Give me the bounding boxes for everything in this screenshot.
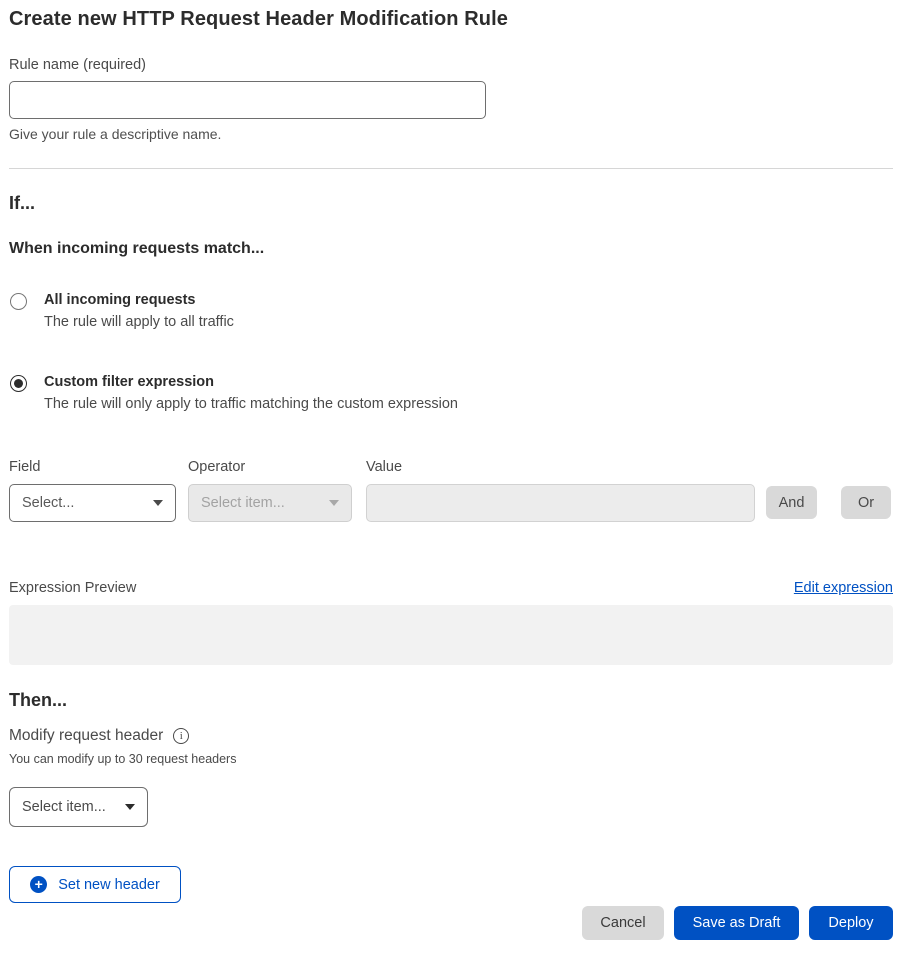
radio-button-icon[interactable] bbox=[10, 293, 27, 310]
operator-select: Select item... bbox=[188, 484, 352, 522]
set-new-header-label: Set new header bbox=[58, 877, 160, 893]
then-section-heading: Then... bbox=[9, 690, 893, 711]
if-section-heading: If... bbox=[9, 193, 893, 214]
deploy-button[interactable]: Deploy bbox=[809, 906, 893, 940]
value-label: Value bbox=[366, 459, 755, 475]
page-title: Create new HTTP Request Header Modificat… bbox=[9, 8, 893, 31]
operator-select-value: Select item... bbox=[201, 495, 285, 511]
header-item-select-value: Select item... bbox=[22, 799, 106, 815]
expression-preview-header: Expression Preview Edit expression bbox=[9, 580, 893, 596]
modify-request-header-label: Modify request header bbox=[9, 727, 163, 745]
radio-button-icon[interactable] bbox=[10, 375, 27, 392]
operator-label: Operator bbox=[188, 459, 352, 475]
or-button[interactable]: Or bbox=[841, 486, 891, 519]
rule-name-label: Rule name (required) bbox=[9, 57, 893, 73]
modify-header-helper: You can modify up to 30 request headers bbox=[9, 752, 893, 766]
radio-label: All incoming requests bbox=[44, 292, 234, 308]
cancel-button[interactable]: Cancel bbox=[582, 906, 664, 940]
section-divider bbox=[9, 168, 893, 169]
radio-option-custom-filter[interactable]: Custom filter expression The rule will o… bbox=[10, 374, 893, 412]
chevron-down-icon bbox=[125, 804, 135, 810]
radio-option-all-incoming[interactable]: All incoming requests The rule will appl… bbox=[10, 292, 893, 330]
value-input bbox=[366, 484, 755, 522]
header-item-select[interactable]: Select item... bbox=[9, 787, 148, 827]
rule-name-input[interactable] bbox=[9, 81, 486, 119]
field-select-value: Select... bbox=[22, 495, 74, 511]
create-rule-form: Create new HTTP Request Header Modificat… bbox=[0, 8, 899, 940]
expression-preview-box bbox=[9, 605, 893, 665]
edit-expression-link[interactable]: Edit expression bbox=[794, 580, 893, 596]
radio-label: Custom filter expression bbox=[44, 374, 458, 390]
field-label: Field bbox=[9, 459, 176, 475]
chevron-down-icon bbox=[153, 500, 163, 506]
footer-actions: Cancel Save as Draft Deploy bbox=[9, 906, 893, 940]
info-icon[interactable]: i bbox=[173, 728, 189, 744]
set-new-header-button[interactable]: + Set new header bbox=[9, 866, 181, 903]
radio-description: The rule will only apply to traffic matc… bbox=[44, 396, 458, 412]
and-button[interactable]: And bbox=[766, 486, 817, 519]
rule-name-helper: Give your rule a descriptive name. bbox=[9, 126, 893, 142]
radio-description: The rule will apply to all traffic bbox=[44, 314, 234, 330]
incoming-requests-subheading: When incoming requests match... bbox=[9, 240, 893, 258]
chevron-down-icon bbox=[329, 500, 339, 506]
save-as-draft-button[interactable]: Save as Draft bbox=[674, 906, 799, 940]
field-select[interactable]: Select... bbox=[9, 484, 176, 522]
plus-icon: + bbox=[30, 876, 47, 893]
expression-preview-label: Expression Preview bbox=[9, 580, 136, 596]
expression-builder-row: Field Select... Operator Select item... … bbox=[9, 459, 893, 522]
